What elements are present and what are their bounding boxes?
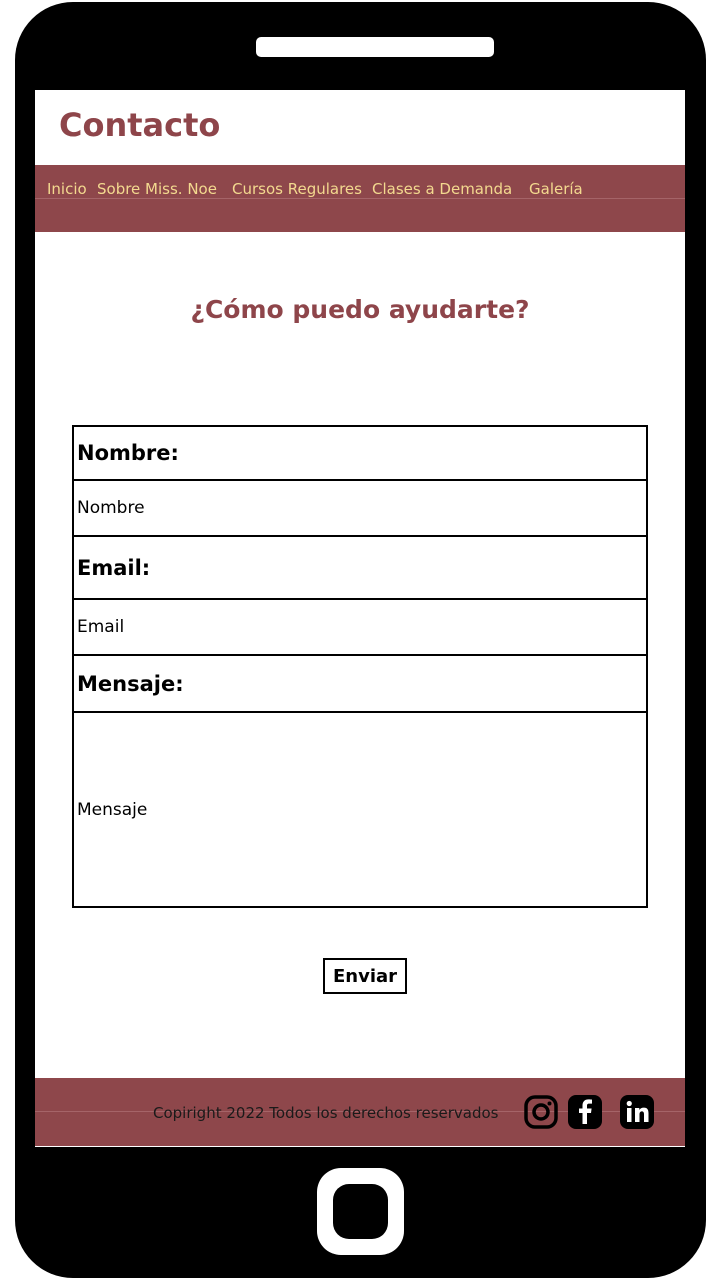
nav-item-galeria[interactable]: Galería — [529, 180, 583, 198]
phone-speaker — [256, 37, 494, 57]
screen: Contacto Inicio Sobre Miss. Noe Cursos R… — [35, 90, 685, 1147]
name-input[interactable]: Nombre — [74, 481, 646, 537]
page-title: Contacto — [59, 106, 221, 144]
nav-item-sobre[interactable]: Sobre Miss. Noe — [97, 180, 217, 198]
email-input[interactable]: Email — [74, 600, 646, 656]
linkedin-icon[interactable] — [619, 1094, 655, 1130]
navbar: Inicio Sobre Miss. Noe Cursos Regulares … — [35, 165, 685, 232]
instagram-icon[interactable] — [523, 1094, 559, 1130]
email-label: Email: — [74, 537, 646, 600]
submit-button[interactable]: Enviar — [323, 958, 407, 994]
navbar-divider — [35, 198, 685, 199]
message-textarea[interactable]: Mensaje — [74, 713, 646, 906]
home-button-inner — [333, 1184, 388, 1239]
message-label: Mensaje: — [74, 656, 646, 713]
contact-form: Nombre: Nombre Email: Email Mensaje: Men… — [72, 425, 648, 908]
nav-item-inicio[interactable]: Inicio — [47, 180, 87, 198]
facebook-icon[interactable] — [567, 1094, 603, 1130]
name-label: Nombre: — [74, 427, 646, 481]
section-heading: ¿Cómo puedo ayudarte? — [190, 295, 530, 324]
copyright-text: Copiright 2022 Todos los derechos reserv… — [153, 1104, 499, 1122]
home-button — [317, 1168, 404, 1255]
nav-item-cursos[interactable]: Cursos Regulares — [232, 180, 362, 198]
footer: Copiright 2022 Todos los derechos reserv… — [35, 1078, 685, 1146]
nav-item-clases[interactable]: Clases a Demanda — [372, 180, 512, 198]
